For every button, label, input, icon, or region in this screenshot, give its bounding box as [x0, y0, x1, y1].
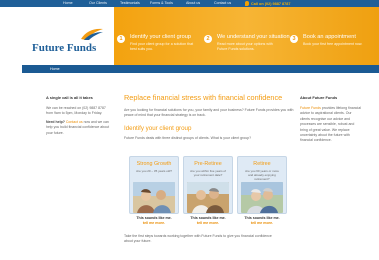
tell-me-more-link[interactable]: tell me more. [183, 221, 233, 225]
nav-home-link[interactable]: Home [63, 1, 73, 5]
young-people-photo [133, 182, 175, 213]
client-group-cards: Strong Growth Are you 20 – 35 years old?… [124, 156, 294, 228]
card-title: Strong Growth [136, 161, 172, 167]
card-cta-line: This sounds like me. [136, 216, 172, 220]
sidebar-heading: A single call is all it takes [46, 95, 93, 100]
contact-us-link[interactable]: Contact us [66, 120, 83, 124]
card-question: Are you within five years of your retire… [190, 169, 226, 177]
nav-contact-us-link[interactable]: Contact us [214, 1, 231, 5]
need-help-paragraph: Need help? Contact us now and we can hel… [46, 120, 110, 136]
step-number-badge: 2 [204, 35, 212, 43]
phone-callout: Call on (02) 9887 8787 [245, 0, 290, 7]
phone-number: Call on (02) 9887 8787 [251, 1, 291, 6]
card-cta-line: This sounds like me. [190, 216, 226, 220]
client-card-retiree[interactable]: Retiree Are you 60 years or more and alr… [237, 156, 287, 228]
logo-area[interactable]: Future Funds [22, 7, 114, 65]
retired-couple-photo [241, 182, 283, 213]
nav-about-us-link[interactable]: About us [186, 1, 200, 5]
step-title: Book an appointment [303, 34, 356, 40]
need-help-label: Need help? [46, 119, 65, 124]
section-subtitle: Identify your client group [124, 124, 192, 132]
swoosh-logo-icon [81, 28, 103, 40]
step-description: Book your first free appointment now. [303, 42, 363, 46]
location-pin-icon [245, 1, 249, 6]
main-content: Replace financial stress with financial … [124, 93, 294, 243]
contact-hours-text: We can be reached on (02) 9887 8787 from… [46, 106, 106, 116]
card-question: Are you 60 years or more and already enj… [245, 169, 279, 181]
client-groups-intro: Future Funds deals with three distinct g… [124, 135, 252, 140]
closing-paragraph: Take the first steps towards working tog… [124, 234, 272, 244]
step-number-badge: 1 [117, 35, 125, 43]
about-heading: About Future Funds [300, 95, 338, 100]
page-title: Replace financial stress with financial … [124, 93, 283, 102]
about-paragraph: Future Funds provides lifelong financial… [300, 106, 362, 144]
step-number-badge: 3 [290, 35, 298, 43]
about-brand-link[interactable]: Future Funds [300, 106, 321, 110]
card-title: Retiree [253, 161, 271, 167]
logo-wordmark: Future Funds [32, 42, 97, 54]
card-cta-line: This sounds like me. [244, 216, 280, 220]
left-sidebar: A single call is all it takes We can be … [46, 95, 110, 139]
right-sidebar: About Future Funds Future Funds provides… [300, 95, 362, 144]
step-title: We understand your situation [217, 34, 290, 40]
top-navigation-bar: Home Our Clients Testimonials Forms & To… [0, 0, 379, 7]
middle-aged-couple-photo [187, 182, 229, 213]
tell-me-more-link[interactable]: tell me more. [237, 221, 287, 225]
hero-banner: 1 Identify your client group Find your c… [114, 7, 379, 65]
breadcrumb-bar: Home [22, 65, 379, 73]
nav-our-clients-link[interactable]: Our Clients [89, 1, 107, 5]
client-card-strong-growth[interactable]: Strong Growth Are you 20 – 35 years old?… [129, 156, 179, 228]
step-title: Identify your client group [130, 34, 191, 40]
tell-me-more-link[interactable]: tell me more. [129, 221, 179, 225]
nav-forms-tools-link[interactable]: Forms & Tools [150, 1, 173, 5]
about-text: provides lifelong financial advice to as… [300, 106, 361, 143]
breadcrumb-home-link[interactable]: Home [50, 67, 60, 71]
client-card-pre-retiree[interactable]: Pre-Retiree Are you within five years of… [183, 156, 233, 228]
intro-paragraph: Are you looking for financial solutions … [124, 108, 294, 118]
step-description: Read more about your options with Future… [217, 42, 273, 51]
nav-testimonials-link[interactable]: Testimonials [120, 1, 140, 5]
card-title: Pre-Retiree [194, 161, 222, 167]
card-question: Are you 20 – 35 years old? [136, 169, 172, 173]
step-description: Find your client group for a solution th… [130, 42, 194, 51]
